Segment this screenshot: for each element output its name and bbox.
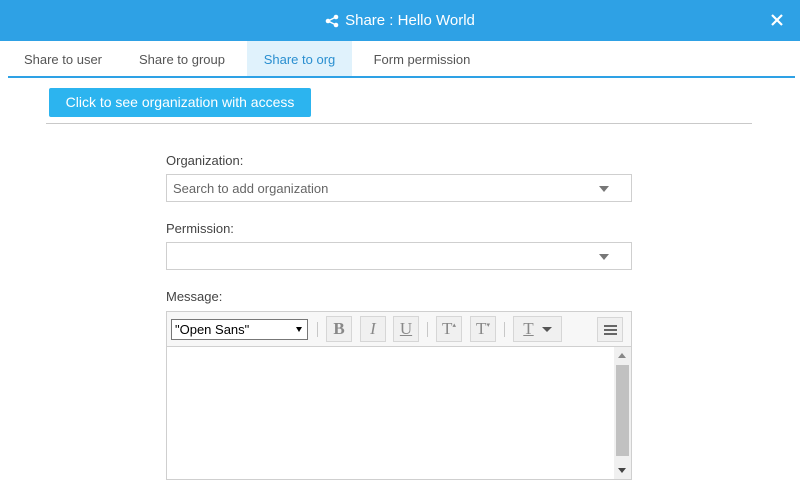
dialog-titlebar: Share : Hello World <box>0 0 800 41</box>
message-label: Message: <box>166 289 223 304</box>
dialog-title: Share : Hello World <box>0 0 800 41</box>
font-family-value: "Open Sans" <box>175 322 250 337</box>
close-icon[interactable] <box>769 12 785 28</box>
subscript-icon: T <box>476 319 487 338</box>
organization-search-placeholder: Search to add organization <box>173 181 329 196</box>
text-color-button[interactable]: T <box>513 316 562 342</box>
see-organizations-with-access-button[interactable]: Click to see organization with access <box>49 88 311 117</box>
permission-select[interactable] <box>166 242 632 270</box>
italic-icon: I <box>370 319 376 338</box>
scroll-up-arrow-icon[interactable] <box>618 353 626 358</box>
dialog-title-text: Share : Hello World <box>345 12 475 29</box>
organization-label: Organization: <box>166 153 244 168</box>
text-color-icon: T <box>523 319 534 338</box>
underline-icon: U <box>399 319 413 338</box>
caret-down-icon <box>296 327 302 332</box>
editor-toolbar: "Open Sans" B I U T ▴ T ▾ T <box>167 312 631 347</box>
subscript-button[interactable]: T ▾ <box>470 316 496 342</box>
superscript-icon: T <box>442 319 453 338</box>
more-menu-button[interactable] <box>597 317 623 342</box>
tab-share-to-org[interactable]: Share to org <box>247 41 352 76</box>
tab-underline <box>8 76 795 78</box>
tab-share-to-user[interactable]: Share to user <box>8 41 118 76</box>
editor-scrollbar[interactable] <box>614 347 631 479</box>
message-body-input[interactable] <box>167 347 614 479</box>
font-family-select[interactable]: "Open Sans" <box>171 319 308 340</box>
chevron-down-icon <box>599 186 609 192</box>
organization-search-select[interactable]: Search to add organization <box>166 174 632 202</box>
underline-button[interactable]: U <box>393 316 419 342</box>
scroll-down-arrow-icon[interactable] <box>618 468 626 473</box>
toolbar-separator <box>504 322 505 337</box>
bold-icon: B <box>333 319 345 338</box>
caret-down-icon <box>541 326 552 332</box>
toolbar-separator <box>317 322 318 337</box>
tab-share-to-group[interactable]: Share to group <box>122 41 242 76</box>
hamburger-icon <box>604 325 617 327</box>
message-editor: "Open Sans" B I U T ▴ T ▾ T <box>166 311 632 480</box>
tab-form-permission[interactable]: Form permission <box>358 41 486 76</box>
chevron-down-icon <box>599 254 609 260</box>
italic-button[interactable]: I <box>360 316 386 342</box>
share-icon <box>325 14 339 27</box>
permission-label: Permission: <box>166 221 234 236</box>
superscript-button[interactable]: T ▴ <box>436 316 462 342</box>
tab-bar: Share to user Share to group Share to or… <box>0 41 800 78</box>
toolbar-separator <box>427 322 428 337</box>
scrollbar-thumb[interactable] <box>616 365 629 456</box>
divider <box>46 123 752 124</box>
bold-button[interactable]: B <box>326 316 352 342</box>
